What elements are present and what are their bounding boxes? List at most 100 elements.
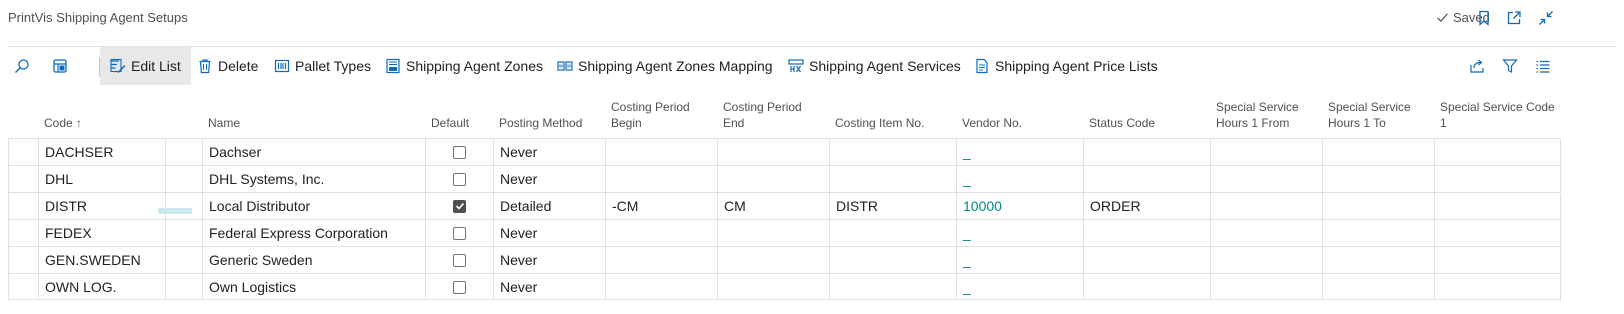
posting-method-cell[interactable]: Never: [493, 139, 605, 165]
row-menu-cell[interactable]: [165, 274, 202, 300]
row-menu-cell[interactable]: [165, 247, 202, 273]
list-view-button[interactable]: [1535, 47, 1551, 85]
column-header-costing-period-end[interactable]: Costing Period End: [723, 92, 823, 138]
default-checkbox[interactable]: [453, 253, 466, 267]
special-code-cell[interactable]: [1434, 274, 1560, 300]
costing-period-begin-cell[interactable]: [605, 247, 717, 273]
default-checkbox[interactable]: [453, 280, 466, 294]
code-cell[interactable]: FEDEX: [38, 220, 165, 246]
default-cell[interactable]: [425, 193, 493, 219]
costing-item-no-cell[interactable]: DISTR: [829, 193, 956, 219]
special-code-cell[interactable]: [1434, 220, 1560, 246]
default-cell[interactable]: [425, 139, 493, 165]
code-cell[interactable]: DISTR: [38, 193, 165, 219]
row-menu-cell[interactable]: [165, 220, 202, 246]
row-selector-cell[interactable]: [8, 139, 38, 165]
delete-button[interactable]: Delete: [197, 47, 258, 85]
vendor-no-cell[interactable]: _: [956, 139, 1083, 165]
costing-period-end-cell[interactable]: [717, 139, 829, 165]
default-checkbox[interactable]: [453, 145, 466, 159]
column-header-status-code[interactable]: Status Code: [1089, 92, 1155, 138]
code-cell[interactable]: GEN.SWEDEN: [38, 247, 165, 273]
row-selector-cell[interactable]: [8, 220, 38, 246]
name-cell[interactable]: Own Logistics: [202, 274, 425, 300]
edit-in-grid-button[interactable]: [52, 47, 68, 85]
column-header-code[interactable]: Code ↑: [44, 92, 82, 138]
special-hours-to-cell[interactable]: [1322, 274, 1434, 300]
costing-period-end-cell[interactable]: [717, 220, 829, 246]
column-header-special-code[interactable]: Special Service Code 1: [1440, 92, 1558, 138]
special-code-cell[interactable]: [1434, 193, 1560, 219]
costing-period-end-cell[interactable]: [717, 247, 829, 273]
status-code-cell[interactable]: [1083, 220, 1210, 246]
costing-period-begin-cell[interactable]: [605, 139, 717, 165]
special-hours-from-cell[interactable]: [1210, 193, 1322, 219]
name-cell[interactable]: Local Distributor: [202, 193, 425, 219]
default-checkbox[interactable]: [453, 199, 466, 213]
costing-period-end-cell[interactable]: [717, 166, 829, 192]
row-selector-cell[interactable]: [8, 166, 38, 192]
column-header-default[interactable]: Default: [431, 92, 469, 138]
special-hours-to-cell[interactable]: [1322, 247, 1434, 273]
row-selector-cell[interactable]: [8, 274, 38, 300]
name-cell[interactable]: Generic Sweden: [202, 247, 425, 273]
column-header-vendor-no[interactable]: Vendor No.: [962, 92, 1022, 138]
vendor-no-cell[interactable]: _: [956, 247, 1083, 273]
status-code-cell[interactable]: [1083, 166, 1210, 192]
costing-period-end-cell[interactable]: [717, 274, 829, 300]
vendor-no-cell[interactable]: _: [956, 220, 1083, 246]
vendor-no-cell[interactable]: _: [956, 274, 1083, 300]
posting-method-cell[interactable]: Detailed: [493, 193, 605, 219]
share-button[interactable]: [1469, 47, 1485, 85]
row-selector-cell[interactable]: [8, 247, 38, 273]
shipping-agent-price-lists-button[interactable]: Shipping Agent Price Lists: [974, 47, 1158, 85]
shipping-agent-services-button[interactable]: Shipping Agent Services: [788, 47, 961, 85]
column-header-special-hours-from[interactable]: Special Service Hours 1 From: [1216, 92, 1320, 138]
special-hours-from-cell[interactable]: [1210, 139, 1322, 165]
costing-period-begin-cell[interactable]: [605, 220, 717, 246]
column-header-special-hours-to[interactable]: Special Service Hours 1 To: [1328, 92, 1432, 138]
special-code-cell[interactable]: [1434, 139, 1560, 165]
pallet-types-button[interactable]: Pallet Types: [274, 47, 371, 85]
shipping-agent-zones-mapping-button[interactable]: Shipping Agent Zones Mapping: [557, 47, 773, 85]
row-selector-cell[interactable]: [8, 193, 38, 219]
posting-method-cell[interactable]: Never: [493, 220, 605, 246]
status-code-cell[interactable]: ORDER: [1083, 193, 1210, 219]
search-button[interactable]: [14, 47, 30, 85]
default-cell[interactable]: [425, 247, 493, 273]
table-row[interactable]: DISTR Local Distributor Detailed -CM CM DISTR…: [8, 192, 1561, 219]
special-hours-from-cell[interactable]: [1210, 166, 1322, 192]
costing-item-no-cell[interactable]: [829, 247, 956, 273]
code-cell[interactable]: DHL: [38, 166, 165, 192]
special-hours-to-cell[interactable]: [1322, 166, 1434, 192]
column-header-name[interactable]: Name: [208, 92, 240, 138]
special-code-cell[interactable]: [1434, 247, 1560, 273]
default-cell[interactable]: [425, 274, 493, 300]
posting-method-cell[interactable]: Never: [493, 247, 605, 273]
special-hours-from-cell[interactable]: [1210, 220, 1322, 246]
posting-method-cell[interactable]: Never: [493, 274, 605, 300]
vendor-no-cell[interactable]: 10000: [956, 193, 1083, 219]
column-header-posting-method[interactable]: Posting Method: [499, 92, 582, 138]
status-code-cell[interactable]: [1083, 139, 1210, 165]
special-hours-from-cell[interactable]: [1210, 247, 1322, 273]
special-hours-from-cell[interactable]: [1210, 274, 1322, 300]
costing-item-no-cell[interactable]: [829, 274, 956, 300]
column-header-costing-period-begin[interactable]: Costing Period Begin: [611, 92, 711, 138]
default-cell[interactable]: [425, 166, 493, 192]
row-menu-cell[interactable]: [165, 139, 202, 165]
code-cell[interactable]: OWN LOG.: [38, 274, 165, 300]
name-cell[interactable]: Dachser: [202, 139, 425, 165]
costing-period-begin-cell[interactable]: [605, 166, 717, 192]
table-row[interactable]: GEN.SWEDEN Generic Sweden Never _: [8, 246, 1561, 273]
status-code-cell[interactable]: [1083, 274, 1210, 300]
filter-button[interactable]: [1502, 47, 1518, 85]
collapse-icon[interactable]: [1536, 8, 1556, 28]
costing-item-no-cell[interactable]: [829, 139, 956, 165]
table-row[interactable]: OWN LOG. Own Logistics Never _: [8, 273, 1561, 300]
bookmark-icon[interactable]: [1474, 8, 1494, 28]
row-menu-cell[interactable]: [165, 193, 202, 219]
default-cell[interactable]: [425, 220, 493, 246]
special-hours-to-cell[interactable]: [1322, 139, 1434, 165]
special-hours-to-cell[interactable]: [1322, 193, 1434, 219]
